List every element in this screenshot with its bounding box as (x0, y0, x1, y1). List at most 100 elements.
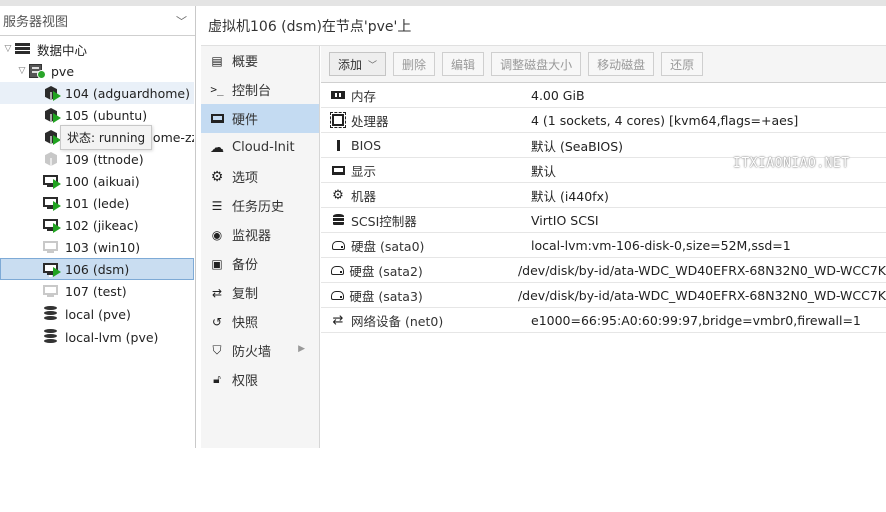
move-disk-button[interactable]: 移动磁盘 (588, 52, 655, 76)
nav-item-permissions[interactable]: 🔓︎ 权限 (201, 365, 319, 394)
hardware-row-network-net0[interactable]: ⇄ 网络设备 (net0) e1000=66:95:A0:60:99:97,br… (321, 308, 886, 333)
tree-item-ct-104[interactable]: 104 (adguardhome) (0, 82, 194, 104)
tree-item-label: 103 (win10) (65, 239, 141, 255)
node-online-icon (28, 63, 46, 79)
container-running-icon (42, 85, 61, 101)
hardware-row-scsi-controller[interactable]: SCSI控制器 VirtIO SCSI (321, 208, 886, 233)
nav-item-hardware[interactable]: 硬件 (201, 104, 319, 133)
watermark: ITXIAONIAO.NET (733, 156, 850, 171)
vm-stopped-icon (42, 283, 60, 299)
view-selector-label: 服务器视图 (3, 15, 69, 30)
floppy-icon: ▣ (211, 256, 223, 271)
nav-item-label: 监视器 (232, 229, 272, 244)
unlock-icon: 🔓︎ (213, 372, 221, 386)
tree-item-ct-109[interactable]: 109 (ttnode) (0, 148, 194, 170)
tree-item-label: local (pve) (65, 306, 131, 322)
revert-button-label: 还原 (670, 57, 695, 72)
revert-button[interactable]: 还原 (661, 52, 704, 76)
nav-item-options[interactable]: ⚙ 选项 (201, 162, 319, 191)
tree-item-vm-103[interactable]: 103 (win10) (0, 236, 194, 258)
cloud-icon: ☁ (210, 139, 224, 156)
resize-disk-button-label: 调整磁盘大小 (500, 57, 573, 72)
hardware-name: SCSI控制器 (351, 213, 417, 229)
tree-item-label: 102 (jikeac) (65, 217, 139, 233)
tree-item-vm-100[interactable]: 100 (aikuai) (0, 170, 194, 192)
nav-item-monitor[interactable]: ◉ 监视器 (201, 220, 319, 249)
tree-item-label: 105 (ubuntu) (65, 107, 148, 123)
nav-item-replication[interactable]: ⇄ 复制 (201, 278, 319, 307)
edit-button[interactable]: 编辑 (442, 52, 485, 76)
hdd-icon (321, 265, 349, 275)
nav-item-label: 复制 (232, 287, 259, 302)
history-icon: ↺ (211, 314, 223, 329)
nav-item-snapshots[interactable]: ↺ 快照 (201, 307, 319, 336)
hardware-row-disk-sata0[interactable]: 硬盘 (sata0) local-lvm:vm-106-disk-0,size=… (321, 233, 886, 258)
exchange-icon: ⇄ (332, 312, 344, 328)
collapse-toggle-icon[interactable]: ▽ (2, 44, 14, 54)
hardware-name: 硬盘 (sata3) (349, 288, 423, 304)
nav-item-backup[interactable]: ▣ 备份 (201, 249, 319, 278)
cpu-icon (321, 112, 351, 128)
hardware-value: 默认 (SeaBIOS) (531, 138, 624, 154)
resource-tree-panel: 服务器视图 ﹀ ▽ 数据中心 ▽ pve 104 (adguardhome) 1… (0, 6, 196, 448)
tree-item-vm-101[interactable]: 101 (lede) (0, 192, 194, 214)
tree-item-label: 100 (aikuai) (65, 173, 140, 189)
server-icon (14, 41, 32, 57)
tree-item-label: 104 (adguardhome) (65, 85, 190, 101)
hardware-row-disk-sata2[interactable]: 硬盘 (sata2) /dev/disk/by-id/ata-WDC_WD40E… (321, 258, 886, 283)
nav-item-label: Cloud-Init (232, 140, 295, 155)
remove-button[interactable]: 删除 (393, 52, 436, 76)
page-title: 虚拟机106 (dsm)在节点'pve'上 (201, 6, 886, 46)
vm-config-nav: ▤ 概要 >_ 控制台 硬件 ☁ Cloud-Init ⚙ 选项 ☰ 任务历史 … (201, 46, 320, 448)
nav-item-summary[interactable]: ▤ 概要 (201, 46, 319, 75)
vm-running-icon (42, 261, 61, 277)
add-button[interactable]: 添加 ﹀ (329, 52, 387, 76)
tree-item-storage-local[interactable]: local (pve) (0, 303, 194, 325)
hdd-icon (321, 290, 349, 300)
remove-button-label: 删除 (402, 57, 427, 72)
vm-running-icon (42, 195, 61, 211)
hardware-row-memory[interactable]: 内存 4.00 GiB (321, 83, 886, 108)
nav-item-label: 快照 (232, 316, 259, 331)
vm-running-icon (42, 217, 61, 233)
hardware-row-processor[interactable]: 处理器 4 (1 sockets, 4 cores) [kvm64,flags=… (321, 108, 886, 133)
book-icon: ▤ (211, 53, 223, 68)
tree-item-storage-local-lvm[interactable]: local-lvm (pve) (0, 326, 194, 348)
tree-item-vm-106[interactable]: 106 (dsm) (0, 258, 194, 280)
shield-icon: ⛉ (212, 343, 222, 357)
view-selector[interactable]: 服务器视图 ﹀ (0, 6, 195, 36)
hardware-value: VirtIO SCSI (531, 212, 599, 228)
status-tooltip: 状态: running (60, 125, 153, 150)
hardware-value: local-lvm:vm-106-disk-0,size=52M,ssd=1 (531, 237, 791, 253)
hardware-row-disk-sata3[interactable]: 硬盘 (sata3) /dev/disk/by-id/ata-WDC_WD40E… (321, 283, 886, 308)
container-running-icon (42, 129, 61, 145)
hardware-value: /dev/disk/by-id/ata-WDC_WD40EFRX-68N32N0… (517, 287, 886, 303)
hardware-name: 硬盘 (sata2) (349, 263, 423, 279)
hardware-row-bios[interactable]: BIOS 默认 (SeaBIOS) (321, 133, 886, 158)
tree-item-label: home-zz (145, 129, 194, 145)
hardware-name: 网络设备 (net0) (351, 313, 444, 329)
nav-item-console[interactable]: >_ 控制台 (201, 75, 319, 104)
hardware-row-machine[interactable]: ⚙ 机器 默认 (i440fx) (321, 183, 886, 208)
chevron-down-icon: ﹀ (368, 60, 378, 71)
expand-arrow-icon[interactable]: ▶ (298, 344, 305, 354)
tree-item-vm-107[interactable]: 107 (test) (0, 280, 194, 302)
hardware-name: 处理器 (351, 113, 389, 129)
nav-item-cloud-init[interactable]: ☁ Cloud-Init (201, 133, 319, 162)
hardware-value: 4.00 GiB (531, 87, 585, 103)
vm-running-icon (42, 173, 61, 189)
move-disk-button-label: 移动磁盘 (597, 57, 646, 72)
tree-item-datacenter[interactable]: ▽ 数据中心 (0, 38, 194, 60)
nav-item-task-history[interactable]: ☰ 任务历史 (201, 191, 319, 220)
retweet-icon: ⇄ (211, 285, 223, 300)
tree-item-node-pve[interactable]: ▽ pve (0, 60, 194, 82)
nav-item-firewall[interactable]: ⛉ 防火墙 ▶ (201, 336, 319, 365)
memory-icon (321, 91, 351, 99)
tree-item-vm-102[interactable]: 102 (jikeac) (0, 214, 194, 236)
collapse-toggle-icon[interactable]: ▽ (16, 66, 28, 76)
chevron-down-icon[interactable]: ﹀ (176, 13, 187, 29)
tree-item-label: 101 (lede) (65, 195, 130, 211)
tree-item-ct-105[interactable]: 105 (ubuntu) (0, 104, 194, 126)
database-icon (321, 214, 351, 226)
resize-disk-button[interactable]: 调整磁盘大小 (491, 52, 582, 76)
